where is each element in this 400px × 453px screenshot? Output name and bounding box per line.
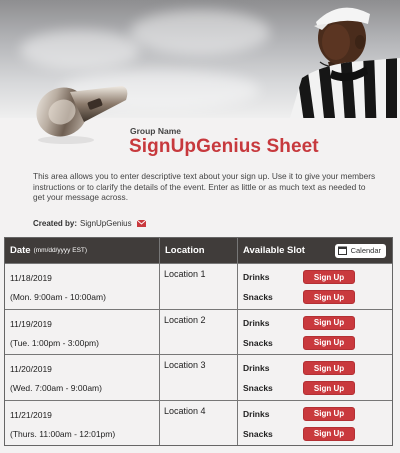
slot-cell: Drinks Sign Up Snacks Sign Up — [238, 355, 392, 400]
location-cell: Location 3 — [160, 355, 238, 400]
table-row: 11/20/2019 (Wed. 7:00am - 9:00am) Location… — [5, 354, 392, 400]
location-cell: Location 4 — [160, 400, 238, 445]
slot-date: 11/18/2019 — [10, 273, 52, 283]
column-header-location: Location — [160, 238, 238, 263]
table-row: 11/21/2019 (Thurs. 11:00am - 12:01pm) Loca… — [5, 399, 392, 446]
slot-item: Drinks Sign Up — [243, 358, 386, 378]
created-by-label: Created by: — [33, 219, 78, 228]
table-body: 11/18/2019 (Mon. 9:00am - 10:00am) Locatio… — [5, 263, 392, 445]
slot-cell: Drinks Sign Up Snacks Sign Up — [238, 310, 392, 355]
slot-name: Snacks — [243, 383, 273, 393]
slot-date: 11/21/2019 — [10, 409, 52, 420]
date-cell: 11/19/2019 (Tue. 1:00pm - 3:00pm) — [5, 309, 160, 354]
slot-cell: Drinks Sign Up Snacks Sign Up — [238, 401, 392, 446]
slot-name: Drinks — [243, 408, 270, 419]
slot-name: Snacks — [243, 337, 273, 348]
slot-item: Snacks Sign Up — [243, 424, 386, 444]
slot-name: Drinks — [243, 317, 270, 328]
slot-date: 11/20/2019 — [10, 364, 52, 374]
sign-up-button[interactable]: Sign Up — [303, 381, 355, 395]
slot-time: (Mon. 9:00am - 10:00am) — [10, 292, 106, 302]
created-by: Created by: SignUpGenius — [33, 219, 146, 228]
sign-up-button[interactable]: Sign Up — [303, 426, 355, 441]
referee-image — [290, 7, 400, 118]
table-row: 11/18/2019 (Mon. 9:00am - 10:00am) Locatio… — [5, 263, 392, 309]
slot-time: (Wed. 7:00am - 9:00am) — [10, 383, 102, 393]
date-cell: 11/18/2019 (Mon. 9:00am - 10:00am) — [5, 264, 160, 309]
slot-item: Drinks Sign Up — [243, 313, 386, 333]
column-header-slot: Available Slot Calendar — [238, 238, 392, 263]
location-cell: Location 1 — [160, 264, 238, 309]
sign-up-button[interactable]: Sign Up — [303, 406, 355, 421]
slot-name: Snacks — [243, 292, 273, 302]
sign-up-button[interactable]: Sign Up — [303, 315, 355, 330]
signup-table: Date (mm/dd/yyyy EST) Location Available … — [4, 237, 393, 446]
column-header-date: Date (mm/dd/yyyy EST) — [5, 238, 160, 263]
calendar-button[interactable]: Calendar — [334, 243, 386, 258]
slot-name: Drinks — [243, 363, 270, 373]
table-header: Date (mm/dd/yyyy EST) Location Available … — [5, 238, 392, 263]
sheet-description: This area allows you to enter descriptiv… — [33, 171, 376, 203]
slot-date: 11/19/2019 — [10, 318, 52, 329]
slot-name: Drinks — [243, 272, 270, 282]
slot-item: Drinks Sign Up — [243, 267, 386, 287]
group-name-label: Group Name — [130, 126, 182, 136]
sign-up-button[interactable]: Sign Up — [303, 290, 355, 304]
calendar-icon — [337, 246, 347, 255]
slot-item: Snacks Sign Up — [243, 333, 386, 353]
table-row: 11/19/2019 (Tue. 1:00pm - 3:00pm) Location… — [5, 308, 392, 355]
slot-name: Snacks — [243, 428, 273, 439]
slot-item: Snacks Sign Up — [243, 378, 386, 398]
sign-up-button[interactable]: Sign Up — [303, 270, 355, 284]
mail-icon[interactable] — [136, 220, 146, 227]
sign-up-button[interactable]: Sign Up — [303, 361, 355, 375]
slot-cell: Drinks Sign Up Snacks Sign Up — [238, 264, 392, 309]
sign-up-button[interactable]: Sign Up — [303, 335, 355, 350]
slot-time: (Thurs. 11:00am - 12:01pm) — [10, 428, 116, 439]
slot-time: (Tue. 1:00pm - 3:00pm) — [10, 337, 99, 348]
creator-name: SignUpGenius — [80, 219, 132, 228]
date-cell: 11/20/2019 (Wed. 7:00am - 9:00am) — [5, 355, 160, 400]
slot-item: Drinks Sign Up — [243, 404, 386, 424]
date-cell: 11/21/2019 (Thurs. 11:00am - 12:01pm) — [5, 400, 160, 445]
page-title: SignUpGenius Sheet — [129, 136, 319, 157]
whistle-image — [36, 86, 128, 144]
location-cell: Location 2 — [160, 309, 238, 354]
slot-item: Snacks Sign Up — [243, 287, 386, 307]
